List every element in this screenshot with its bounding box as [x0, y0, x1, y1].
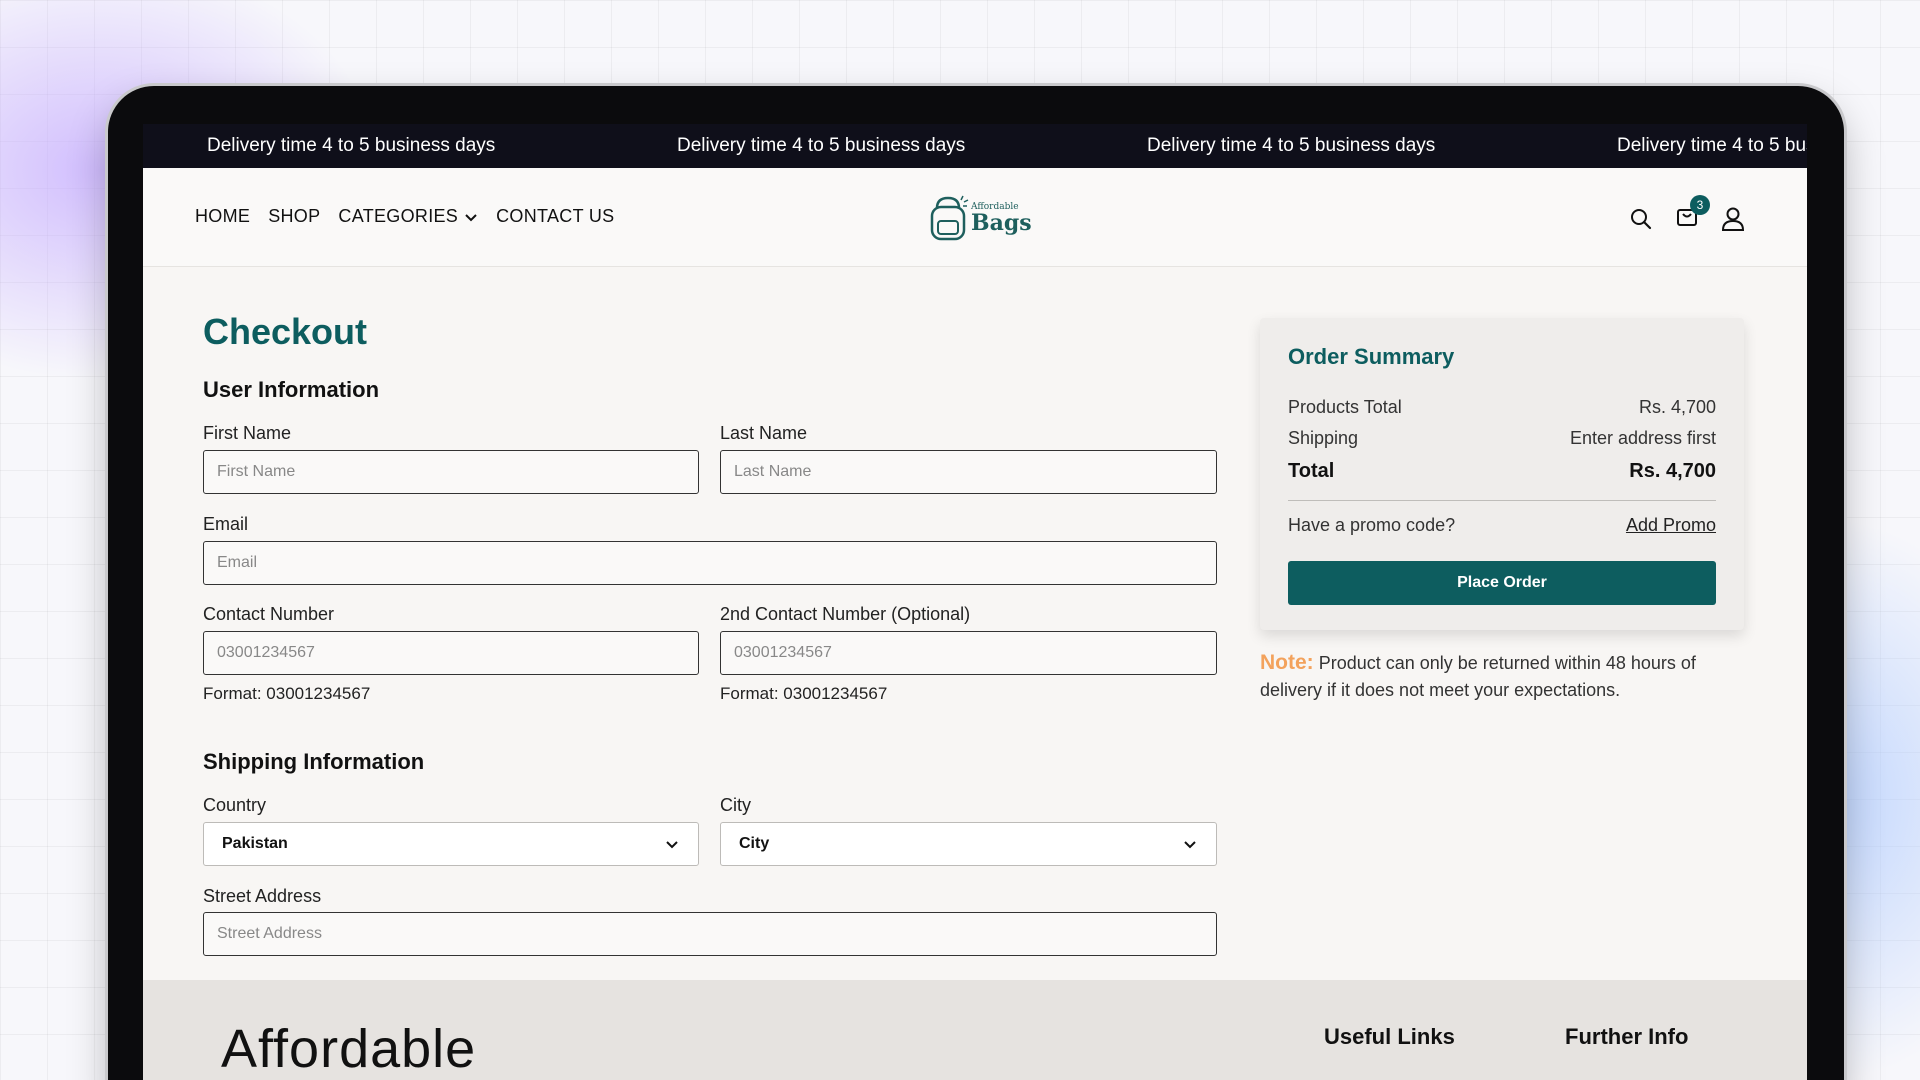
nav-actions: 3 — [1629, 195, 1745, 233]
total-label: Total — [1288, 460, 1335, 482]
first-name-input[interactable] — [203, 450, 699, 494]
summary-divider — [1288, 500, 1716, 501]
last-name-input[interactable] — [720, 450, 1217, 494]
order-summary-card: Order Summary Products Total Rs. 4,700 S… — [1260, 318, 1744, 630]
promo-question: Have a promo code? — [1288, 515, 1456, 535]
nav-categories-label: CATEGORIES — [338, 206, 459, 226]
top-navigation: HOME SHOP CATEGORIES CONTACT US Affordab… — [143, 168, 1807, 267]
place-order-button[interactable]: Place Order — [1288, 561, 1716, 605]
add-promo-link[interactable]: Add Promo — [1626, 515, 1716, 536]
shipping-info-heading: Shipping Information — [203, 749, 425, 774]
brand-logo[interactable]: Affordable Bags — [927, 194, 1032, 242]
checkout-main: Checkout User Information First Name Las… — [143, 267, 1807, 980]
second-contact-label: 2nd Contact Number (Optional) — [720, 604, 971, 624]
further-info-heading: Further Info — [1565, 1024, 1689, 1049]
announcement-ticker: Delivery time 4 to 5 business days Deliv… — [143, 124, 1807, 168]
note-text: Product can only be returned within 48 h… — [1260, 653, 1696, 700]
ticker-message: Delivery time 4 to 5 business days — [207, 135, 496, 156]
country-label: Country — [203, 795, 267, 815]
return-policy-note: Note: Product can only be returned withi… — [1260, 649, 1750, 704]
nav-links: HOME SHOP CATEGORIES CONTACT US — [195, 206, 614, 227]
chevron-down-icon — [666, 841, 678, 849]
products-total-label: Products Total — [1288, 397, 1402, 417]
nav-contact-us[interactable]: CONTACT US — [496, 206, 614, 227]
backpack-icon — [930, 195, 969, 241]
email-label: Email — [203, 514, 249, 534]
user-icon[interactable] — [1721, 206, 1745, 232]
useful-links-heading: Useful Links — [1324, 1024, 1455, 1049]
chevron-down-icon — [1184, 841, 1196, 849]
country-select-value: Pakistan — [222, 835, 288, 852]
chevron-down-icon — [465, 213, 477, 221]
page-title: Checkout — [203, 311, 368, 352]
shipping-row: Shipping Enter address first — [1288, 428, 1716, 449]
total-row: Total Rs. 4,700 — [1288, 460, 1716, 483]
browser-screen: Delivery time 4 to 5 business days Deliv… — [143, 124, 1807, 1080]
nav-shop[interactable]: SHOP — [268, 206, 320, 227]
note-label: Note: — [1260, 651, 1314, 674]
contact-number-input[interactable] — [203, 631, 699, 675]
first-name-label: First Name — [203, 423, 292, 443]
promo-row: Have a promo code? Add Promo — [1288, 515, 1716, 536]
contact-format-hint: Format: 03001234567 — [203, 684, 371, 703]
email-input[interactable] — [203, 541, 1217, 585]
ticker-message: Delivery time 4 to 5 business days — [1147, 135, 1436, 156]
products-total-row: Products Total Rs. 4,700 — [1288, 397, 1716, 418]
shipping-label: Shipping — [1288, 428, 1359, 448]
footer-brand: Affordable — [221, 1019, 477, 1079]
city-select-value: City — [739, 835, 770, 852]
street-address-input[interactable] — [203, 912, 1217, 956]
second-contact-format-hint: Format: 03001234567 — [720, 684, 888, 703]
products-total-value: Rs. 4,700 — [1638, 397, 1716, 417]
second-contact-input[interactable] — [720, 631, 1217, 675]
site-footer: Affordable Useful Links Further Info — [143, 980, 1807, 1080]
search-icon[interactable] — [1629, 207, 1653, 231]
shipping-value: Enter address first — [1569, 428, 1716, 448]
last-name-label: Last Name — [720, 423, 808, 443]
country-select[interactable]: Pakistan — [203, 822, 699, 866]
cart-count-badge: 3 — [1690, 195, 1710, 215]
ticker-message: Delivery time 4 to 5 business days — [677, 135, 966, 156]
street-address-label: Street Address — [203, 886, 322, 906]
nav-home[interactable]: HOME — [195, 206, 250, 227]
contact-number-label: Contact Number — [203, 604, 335, 624]
nav-categories[interactable]: CATEGORIES — [338, 206, 478, 227]
cart-button[interactable]: 3 — [1675, 195, 1710, 233]
city-select[interactable]: City — [720, 822, 1217, 866]
city-label: City — [720, 795, 751, 815]
logo-text-big: Bags — [971, 209, 1032, 236]
ticker-message: Delivery time 4 to 5 business days — [1617, 135, 1807, 156]
order-summary-title: Order Summary — [1288, 344, 1455, 369]
user-info-heading: User Information — [203, 377, 380, 402]
total-value: Rs. 4,700 — [1629, 460, 1716, 482]
